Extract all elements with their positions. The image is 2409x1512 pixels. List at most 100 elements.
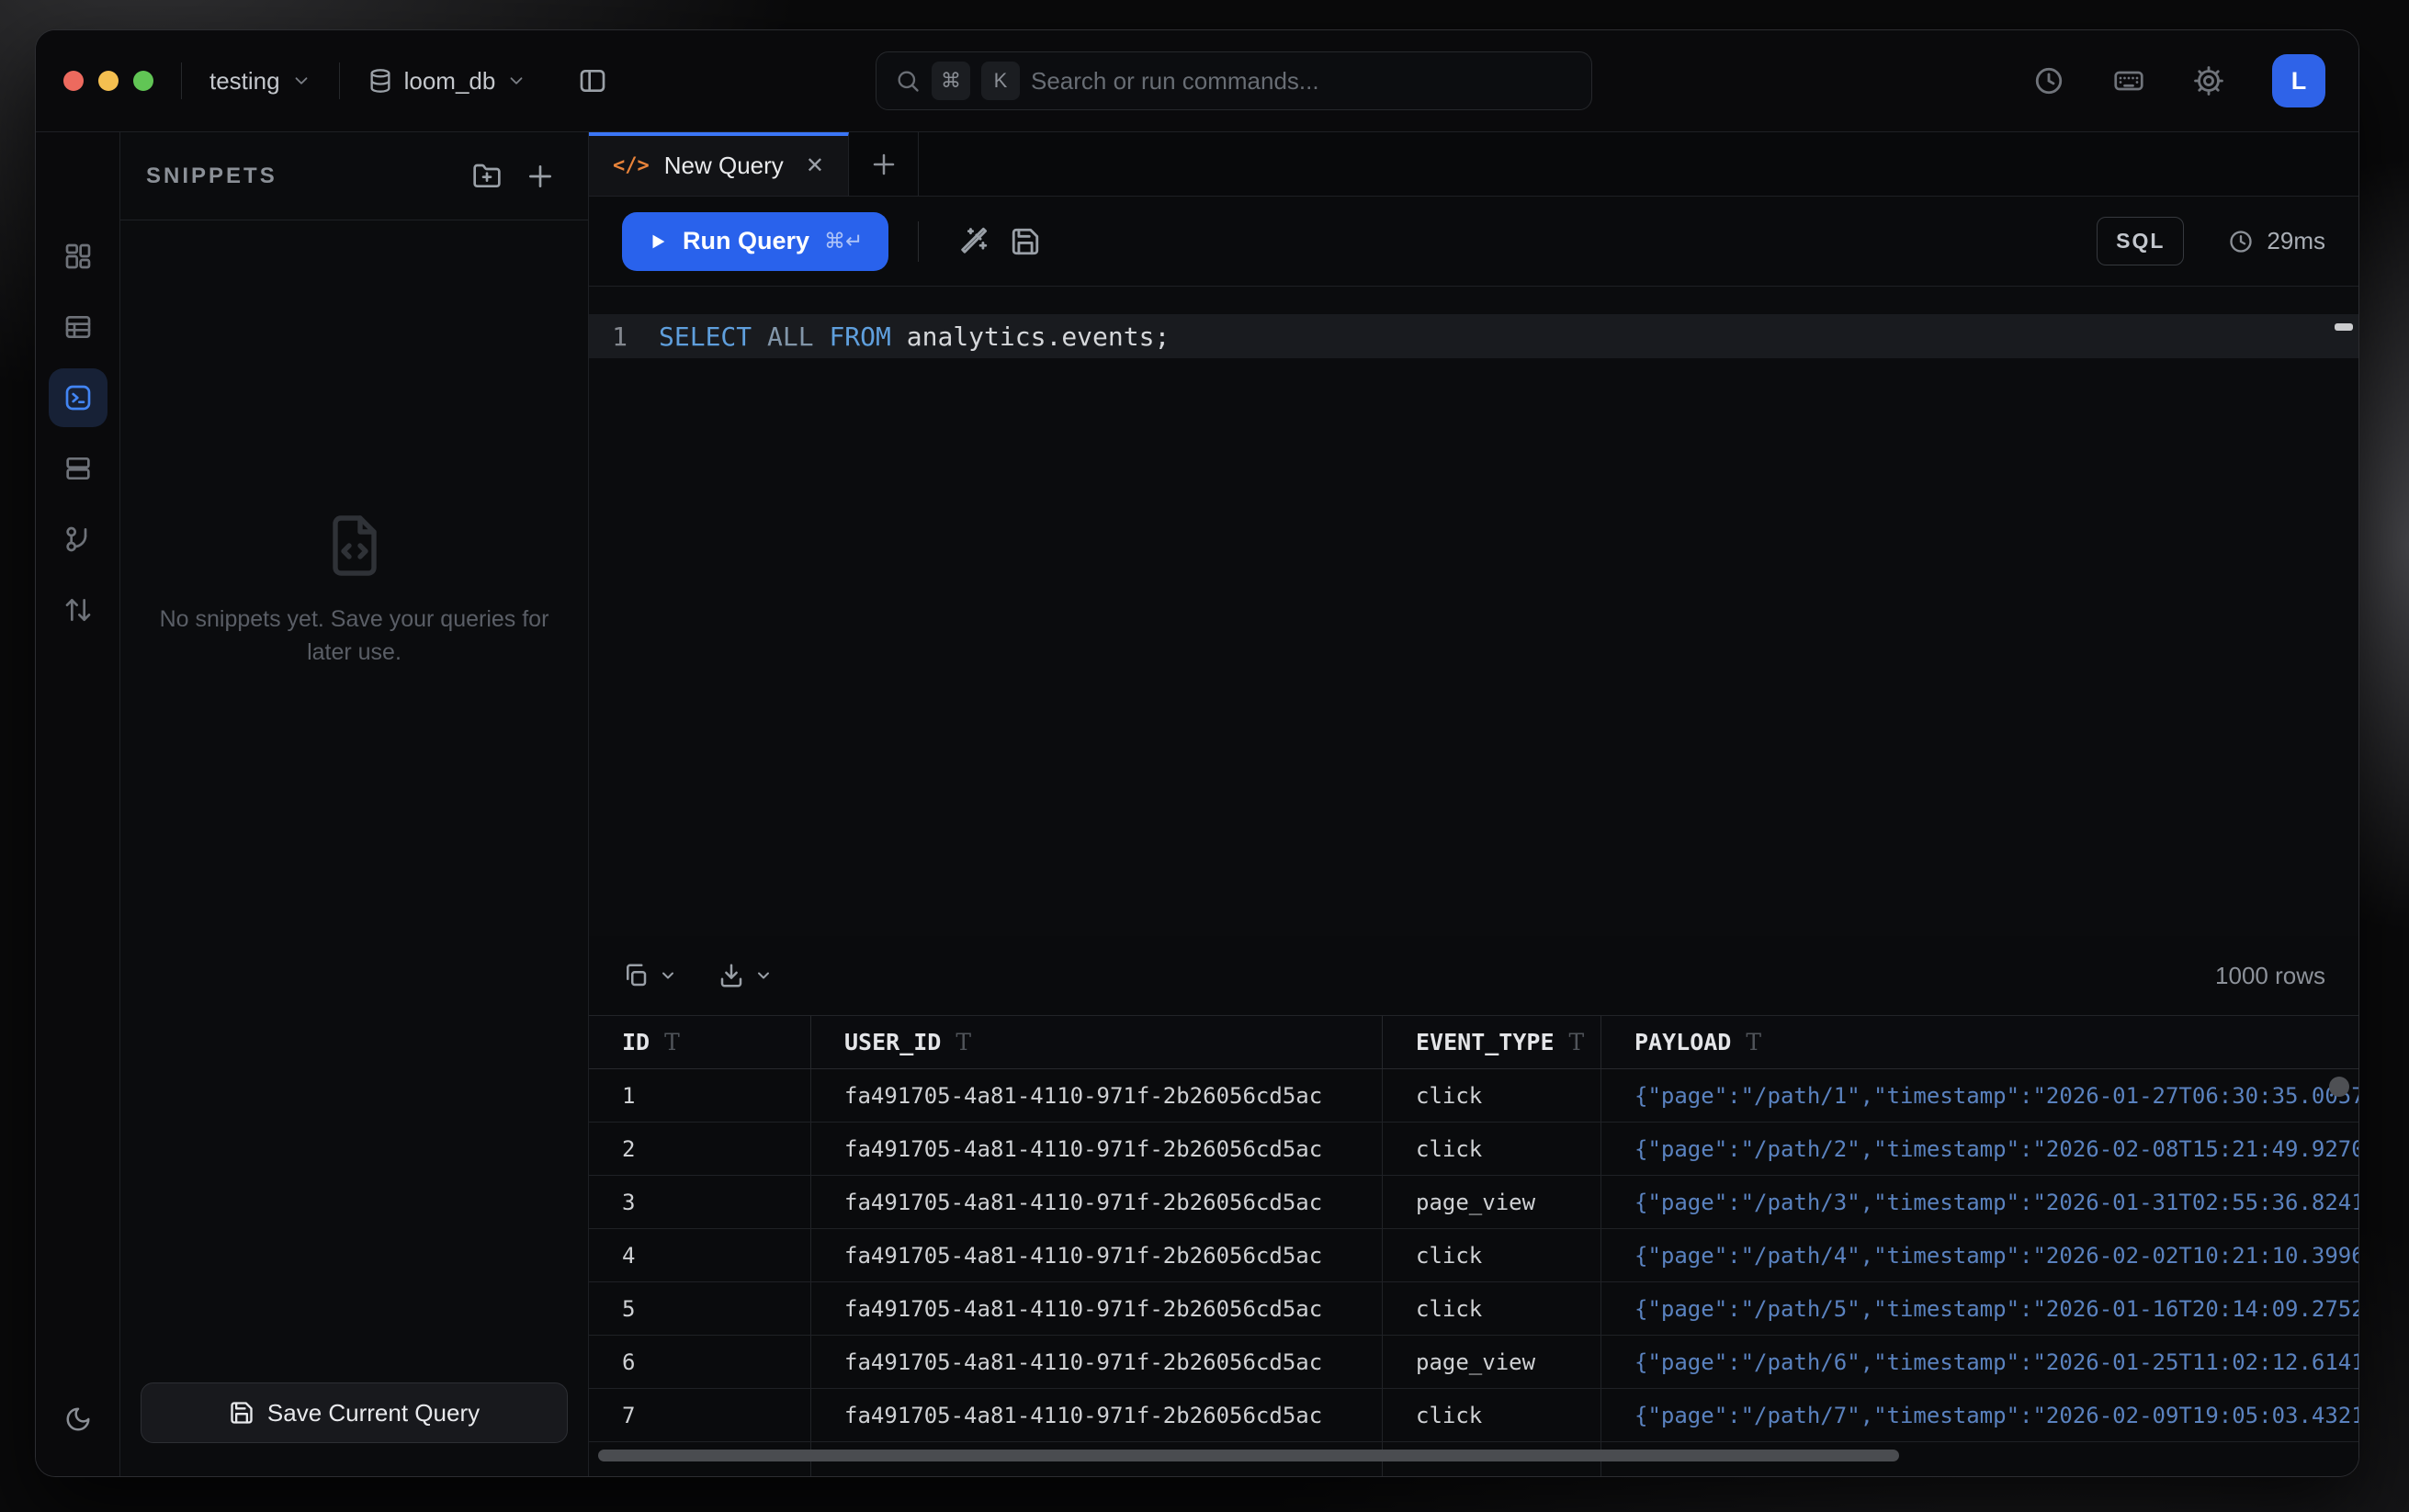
column-header-event-type[interactable]: EVENT_TYPE T bbox=[1383, 1016, 1601, 1068]
cell-payload[interactable]: {"page":"/path/6","timestamp":"2026-01-2… bbox=[1601, 1336, 2358, 1388]
cell-payload[interactable]: {"page":"/path/4","timestamp":"2026-02-0… bbox=[1601, 1229, 2358, 1281]
minimize-window-button[interactable] bbox=[98, 71, 119, 91]
cell-payload[interactable]: {"page":"/path/3","timestamp":"2026-01-3… bbox=[1601, 1176, 2358, 1228]
settings-gear-icon[interactable] bbox=[2193, 65, 2224, 96]
close-tab-icon[interactable]: ✕ bbox=[806, 152, 824, 179]
chevron-down-icon bbox=[659, 966, 677, 985]
save-current-query-label: Save Current Query bbox=[267, 1399, 480, 1427]
cell-user-id[interactable]: fa491705-4a81-4110-971f-2b26056cd5ac bbox=[811, 1176, 1383, 1228]
run-query-shortcut: ⌘↵ bbox=[824, 229, 863, 254]
sql-editor[interactable]: 1 SELECT ALL FROM analytics.events; bbox=[589, 287, 2358, 936]
tab-new-query[interactable]: </> New Query ✕ bbox=[589, 132, 849, 196]
table-row: 7 fa491705-4a81-4110-971f-2b26056cd5ac c… bbox=[589, 1389, 2358, 1442]
nav-rows-icon[interactable] bbox=[49, 439, 107, 498]
k-keycap: K bbox=[981, 62, 1020, 100]
table-row: 4 fa491705-4a81-4110-971f-2b26056cd5ac c… bbox=[589, 1229, 2358, 1282]
command-search-bar[interactable]: ⌘ K bbox=[876, 51, 1592, 110]
app-window: testing loom_db bbox=[35, 29, 2359, 1477]
download-results-button[interactable] bbox=[718, 962, 773, 989]
cell-payload[interactable]: {"page":"/path/1","timestamp":"2026-01-2… bbox=[1601, 1069, 2358, 1122]
workspace-switcher[interactable]: testing bbox=[209, 67, 311, 96]
new-folder-icon[interactable] bbox=[472, 162, 502, 191]
column-header-user-id[interactable]: USER_ID T bbox=[811, 1016, 1383, 1068]
column-header-id[interactable]: ID T bbox=[589, 1016, 811, 1068]
table-row: 1 fa491705-4a81-4110-971f-2b26056cd5ac c… bbox=[589, 1069, 2358, 1123]
cell-id[interactable]: 5 bbox=[589, 1282, 811, 1335]
cell-event-type[interactable]: click bbox=[1383, 1069, 1601, 1122]
table-row: 6 fa491705-4a81-4110-971f-2b26056cd5ac p… bbox=[589, 1336, 2358, 1389]
tab-label: New Query bbox=[664, 152, 784, 180]
chevron-down-icon bbox=[754, 966, 773, 985]
cell-event-type[interactable]: click bbox=[1383, 1123, 1601, 1175]
cell-event-type[interactable]: click bbox=[1383, 1282, 1601, 1335]
save-icon bbox=[229, 1400, 254, 1426]
traffic-lights bbox=[63, 71, 153, 91]
database-label: loom_db bbox=[404, 67, 496, 96]
nav-import-export-icon[interactable] bbox=[49, 581, 107, 639]
horizontal-scrollbar-thumb[interactable] bbox=[598, 1450, 1899, 1461]
cell-id[interactable]: 6 bbox=[589, 1336, 811, 1388]
column-header-payload[interactable]: PAYLOAD T bbox=[1601, 1016, 2358, 1068]
cell-user-id[interactable]: fa491705-4a81-4110-971f-2b26056cd5ac bbox=[811, 1229, 1383, 1281]
user-avatar[interactable]: L bbox=[2272, 54, 2325, 107]
cell-event-type[interactable]: click bbox=[1383, 1389, 1601, 1441]
save-query-icon[interactable] bbox=[1000, 226, 1051, 257]
cell-id[interactable]: 2 bbox=[589, 1123, 811, 1175]
cell-payload[interactable]: {"page":"/path/5","timestamp":"2026-01-1… bbox=[1601, 1282, 2358, 1335]
cell-event-type[interactable]: page_view bbox=[1383, 1336, 1601, 1388]
nav-table-icon[interactable] bbox=[49, 298, 107, 356]
text-type-icon[interactable]: T bbox=[1746, 1029, 1761, 1055]
keyboard-shortcuts-icon[interactable] bbox=[2112, 64, 2145, 97]
nav-dashboard-icon[interactable] bbox=[49, 227, 107, 286]
magic-wand-icon[interactable] bbox=[948, 226, 1000, 257]
vertical-scrollbar-thumb[interactable] bbox=[2329, 1077, 2349, 1097]
cell-user-id[interactable]: fa491705-4a81-4110-971f-2b26056cd5ac bbox=[811, 1123, 1383, 1175]
results-grid: 1 fa491705-4a81-4110-971f-2b26056cd5ac c… bbox=[589, 1069, 2358, 1476]
cell-event-type[interactable]: page_view bbox=[1383, 1176, 1601, 1228]
results-toolbar: 1000 rows bbox=[589, 936, 2358, 1016]
snippets-empty-text: No snippets yet. Save your queries for l… bbox=[143, 603, 566, 669]
new-snippet-plus-icon[interactable] bbox=[526, 162, 555, 191]
cell-id[interactable]: 1 bbox=[589, 1069, 811, 1122]
history-clock-icon[interactable] bbox=[2033, 65, 2064, 96]
copy-results-button[interactable] bbox=[622, 962, 677, 989]
cell-user-id[interactable]: fa491705-4a81-4110-971f-2b26056cd5ac bbox=[811, 1069, 1383, 1122]
nav-query-terminal-icon[interactable] bbox=[49, 368, 107, 427]
chevron-down-icon bbox=[291, 71, 311, 91]
cell-payload[interactable]: {"page":"/path/2","timestamp":"2026-02-0… bbox=[1601, 1123, 2358, 1175]
new-tab-button[interactable] bbox=[849, 132, 919, 196]
cell-id[interactable]: 3 bbox=[589, 1176, 811, 1228]
search-input[interactable] bbox=[1031, 67, 1573, 96]
cell-id[interactable]: 7 bbox=[589, 1389, 811, 1441]
cell-user-id[interactable]: fa491705-4a81-4110-971f-2b26056cd5ac bbox=[811, 1336, 1383, 1388]
close-window-button[interactable] bbox=[63, 71, 84, 91]
save-current-query-button[interactable]: Save Current Query bbox=[141, 1382, 568, 1443]
row-count-label: 1000 rows bbox=[2215, 962, 2325, 990]
tab-bar: </> New Query ✕ bbox=[589, 132, 2358, 197]
editor-scrollbar-thumb[interactable] bbox=[2335, 323, 2353, 331]
nav-schema-branch-icon[interactable] bbox=[49, 510, 107, 569]
table-row: 5 fa491705-4a81-4110-971f-2b26056cd5ac c… bbox=[589, 1282, 2358, 1336]
text-type-icon[interactable]: T bbox=[1569, 1029, 1585, 1055]
zoom-window-button[interactable] bbox=[133, 71, 153, 91]
dark-mode-moon-icon[interactable] bbox=[49, 1390, 107, 1449]
text-type-icon[interactable]: T bbox=[664, 1029, 680, 1055]
cell-payload[interactable]: {"page":"/path/7","timestamp":"2026-02-0… bbox=[1601, 1389, 2358, 1441]
column-title: USER_ID bbox=[844, 1029, 941, 1055]
cell-user-id[interactable]: fa491705-4a81-4110-971f-2b26056cd5ac bbox=[811, 1389, 1383, 1441]
cmd-keycap: ⌘ bbox=[932, 62, 970, 100]
toggle-sidebar-icon[interactable] bbox=[578, 66, 607, 96]
run-query-button[interactable]: Run Query ⌘↵ bbox=[622, 212, 888, 271]
cell-user-id[interactable]: fa491705-4a81-4110-971f-2b26056cd5ac bbox=[811, 1282, 1383, 1335]
text-type-icon[interactable]: T bbox=[956, 1029, 971, 1055]
sql-keyword: SELECT bbox=[659, 322, 752, 352]
sql-code-line: SELECT ALL FROM analytics.events; bbox=[659, 322, 1170, 352]
cell-id[interactable]: 4 bbox=[589, 1229, 811, 1281]
play-icon bbox=[648, 231, 668, 252]
titlebar: testing loom_db bbox=[36, 30, 2358, 132]
database-switcher[interactable]: loom_db bbox=[368, 67, 527, 96]
chevron-down-icon bbox=[506, 71, 526, 91]
cell-event-type[interactable]: click bbox=[1383, 1229, 1601, 1281]
column-title: PAYLOAD bbox=[1634, 1029, 1731, 1055]
query-toolbar: Run Query ⌘↵ SQL 29ms bbox=[589, 197, 2358, 287]
